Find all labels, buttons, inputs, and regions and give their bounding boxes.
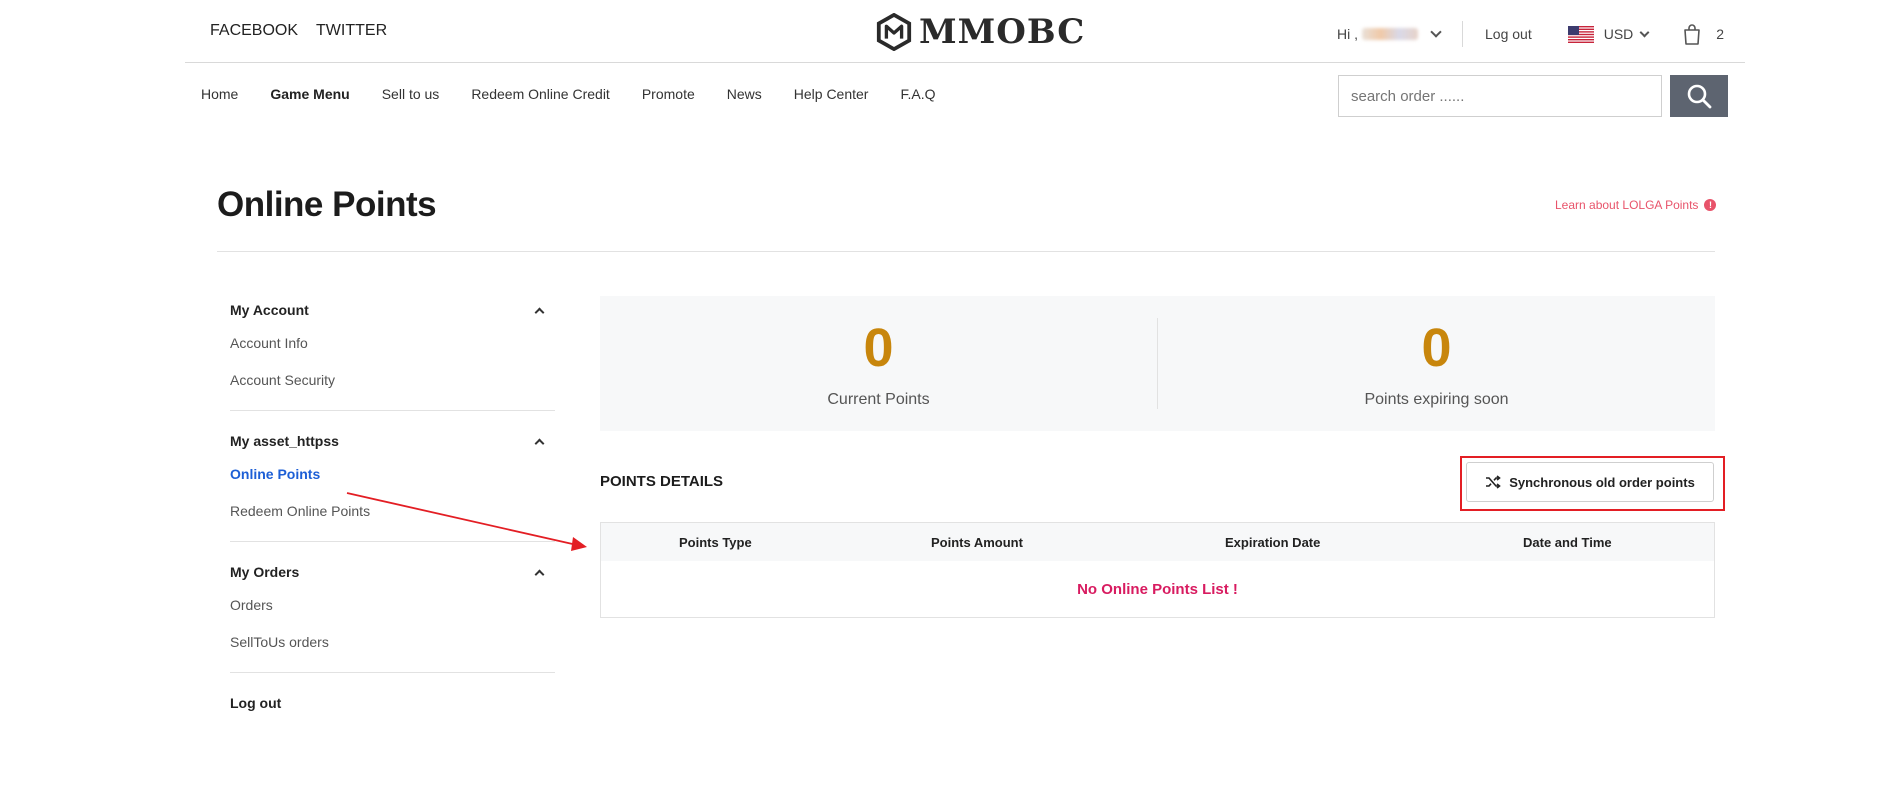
sidebar-group-title: My Account bbox=[230, 302, 309, 318]
sync-old-order-points-button[interactable]: Synchronous old order points bbox=[1466, 462, 1714, 502]
nav-item-sell-to-us[interactable]: Sell to us bbox=[382, 86, 440, 102]
column-header-date-and-time: Date and Time bbox=[1523, 535, 1612, 550]
sidebar-divider bbox=[230, 672, 555, 673]
nav-item-promote[interactable]: Promote bbox=[642, 86, 695, 102]
search-input[interactable] bbox=[1338, 75, 1662, 117]
chevron-up-icon bbox=[534, 307, 545, 317]
nav-item-news[interactable]: News bbox=[727, 86, 762, 102]
search-icon bbox=[1687, 84, 1712, 109]
sidebar-group-header[interactable]: My Orders bbox=[230, 558, 555, 586]
learn-points-label: Learn about LOLGA Points bbox=[1555, 198, 1699, 212]
column-header-points-type: Points Type bbox=[679, 535, 752, 550]
sidebar-group-title: My asset_httpss bbox=[230, 433, 339, 449]
user-area: Hi , Log out USD 2 bbox=[1337, 21, 1724, 47]
sidebar-item-online-points[interactable]: Online Points bbox=[230, 455, 555, 492]
empty-state-message: No Online Points List ! bbox=[1077, 581, 1238, 598]
column-header-points-amount: Points Amount bbox=[931, 535, 1023, 550]
nav-item-faq[interactable]: F.A.Q bbox=[900, 86, 935, 102]
sidebar-item-selltous-orders[interactable]: SellToUs orders bbox=[230, 623, 555, 660]
top-bar: FACEBOOK TWITTER MMOBC Hi , Log out USD … bbox=[185, 0, 1745, 63]
sidebar-item-orders[interactable]: Orders bbox=[230, 586, 555, 623]
header-logout-link[interactable]: Log out bbox=[1485, 26, 1532, 42]
user-name-redacted bbox=[1362, 28, 1418, 40]
expiring-points-label: Points expiring soon bbox=[1364, 390, 1509, 408]
nav-item-redeem-online-credit[interactable]: Redeem Online Credit bbox=[471, 86, 610, 102]
sidebar-group-my-asset: My asset_httpss Online Points Redeem Onl… bbox=[230, 427, 555, 529]
sidebar-group-my-orders: My Orders Orders SellToUs orders bbox=[230, 558, 555, 660]
twitter-link[interactable]: TWITTER bbox=[316, 22, 387, 40]
current-points-label: Current Points bbox=[827, 390, 930, 408]
sidebar-group-title: My Orders bbox=[230, 564, 300, 580]
expiring-points-stat: 0 Points expiring soon bbox=[1158, 296, 1715, 431]
chevron-up-icon bbox=[534, 569, 545, 579]
nav-item-game-menu[interactable]: Game Menu bbox=[270, 86, 349, 102]
table-header-row: Points Type Points Amount Expiration Dat… bbox=[601, 523, 1714, 561]
info-alert-icon: ! bbox=[1704, 199, 1717, 211]
sidebar-group-my-account: My Account Account Info Account Security bbox=[230, 296, 555, 398]
sidebar-item-redeem-online-points[interactable]: Redeem Online Points bbox=[230, 492, 555, 529]
column-header-expiration-date: Expiration Date bbox=[1225, 535, 1321, 550]
expiring-points-value: 0 bbox=[1421, 317, 1452, 378]
learn-points-link[interactable]: Learn about LOLGA Points ! bbox=[1555, 198, 1717, 212]
brand-logo[interactable]: MMOBC bbox=[875, 12, 1085, 52]
chevron-up-icon bbox=[534, 438, 545, 448]
us-flag-icon bbox=[1567, 25, 1594, 43]
sidebar-group-header[interactable]: My asset_httpss bbox=[230, 427, 555, 455]
social-links: FACEBOOK TWITTER bbox=[210, 22, 387, 40]
mmobc-logo-icon bbox=[876, 13, 912, 51]
header-divider bbox=[217, 251, 1715, 252]
chevron-down-icon bbox=[1430, 26, 1442, 38]
user-menu[interactable]: Hi , bbox=[1337, 26, 1442, 42]
currency-code: USD bbox=[1603, 26, 1634, 42]
account-sidebar: My Account Account Info Account Security… bbox=[230, 296, 555, 717]
nav-item-help-center[interactable]: Help Center bbox=[794, 86, 869, 102]
sidebar-logout-link[interactable]: Log out bbox=[230, 689, 555, 717]
page-title: Online Points bbox=[217, 185, 437, 224]
divider bbox=[1462, 21, 1463, 47]
sidebar-item-account-info[interactable]: Account Info bbox=[230, 324, 555, 361]
sidebar-group-header[interactable]: My Account bbox=[230, 296, 555, 324]
facebook-link[interactable]: FACEBOOK bbox=[210, 22, 298, 40]
sidebar-divider bbox=[230, 541, 555, 542]
sidebar-item-account-security[interactable]: Account Security bbox=[230, 361, 555, 398]
nav-item-home[interactable]: Home bbox=[201, 86, 238, 102]
current-points-value: 0 bbox=[863, 317, 894, 378]
shopping-bag-icon bbox=[1684, 24, 1701, 45]
logo-text: MMOBC bbox=[919, 12, 1086, 52]
points-details-title: POINTS DETAILS bbox=[600, 473, 724, 490]
chevron-down-icon bbox=[1639, 27, 1650, 37]
current-points-stat: 0 Current Points bbox=[600, 296, 1157, 431]
currency-selector[interactable]: USD bbox=[1567, 25, 1650, 43]
points-summary-panel: 0 Current Points 0 Points expiring soon bbox=[600, 296, 1715, 431]
main-nav: Home Game Menu Sell to us Redeem Online … bbox=[201, 86, 967, 102]
cart-count: 2 bbox=[1716, 26, 1725, 42]
shuffle-icon bbox=[1486, 475, 1501, 489]
search-button[interactable] bbox=[1670, 75, 1728, 117]
user-greeting: Hi , bbox=[1337, 26, 1358, 42]
cart-button[interactable]: 2 bbox=[1682, 23, 1724, 45]
sidebar-divider bbox=[230, 410, 555, 411]
search-bar bbox=[1338, 75, 1728, 117]
points-details-table: Points Type Points Amount Expiration Dat… bbox=[600, 522, 1715, 618]
sync-button-label: Synchronous old order points bbox=[1509, 474, 1695, 490]
